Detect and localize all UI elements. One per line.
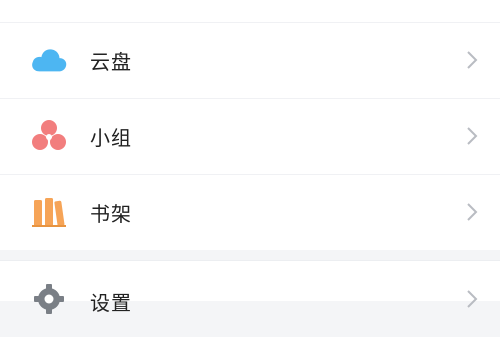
menu-item-cloud-drive[interactable]: 云盘 xyxy=(0,22,500,98)
chevron-right-icon xyxy=(467,127,478,145)
menu-item-settings[interactable]: 设置 xyxy=(0,261,500,337)
menu-item-label: 云盘 xyxy=(90,49,132,74)
menu-group-settings: 设置 xyxy=(0,260,500,315)
chevron-right-icon xyxy=(467,51,478,69)
chevron-right-icon xyxy=(467,203,478,221)
menu-item-label: 书架 xyxy=(90,201,132,226)
menu-item-label: 小组 xyxy=(90,125,132,150)
menu-item-groups[interactable]: 小组 xyxy=(0,98,500,174)
menu-item-bookshelf[interactable]: 书架 xyxy=(0,174,500,250)
gear-icon xyxy=(30,280,68,318)
cloud-icon xyxy=(30,41,68,79)
chevron-right-icon xyxy=(467,290,478,308)
bookshelf-icon xyxy=(30,193,68,231)
menu-group-main: 云盘 小组 书架 xyxy=(0,0,500,250)
menu-item-label: 设置 xyxy=(90,291,132,315)
group-icon xyxy=(30,117,68,155)
